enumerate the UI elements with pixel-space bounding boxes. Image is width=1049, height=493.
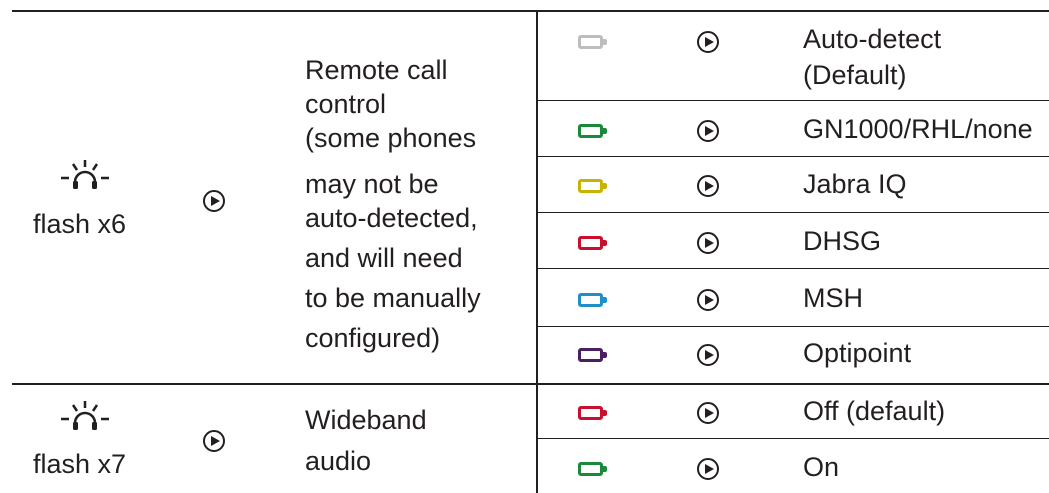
- battery-led-icon: [578, 35, 608, 49]
- play-circle-icon: [697, 458, 719, 480]
- column-divider: [536, 10, 538, 493]
- feature-line: (some phones: [305, 123, 477, 153]
- feature-line: to be manually: [305, 283, 481, 313]
- play-circle-icon: [203, 190, 225, 212]
- battery-led-icon: [578, 293, 608, 307]
- battery-led-icon: [578, 406, 608, 420]
- feature-line: Remote call: [305, 55, 448, 85]
- battery-led-icon: [578, 348, 608, 362]
- feature-line: control: [305, 89, 387, 119]
- headset-led-flash-icon: [61, 160, 109, 189]
- play-circle-icon: [697, 31, 719, 53]
- play-circle-icon: [697, 232, 719, 254]
- row-separator: [537, 156, 1049, 157]
- trigger-label: flash x7: [33, 449, 127, 479]
- play-circle-icon: [697, 175, 719, 197]
- row-separator: [537, 212, 1049, 213]
- option-label: Auto-detect: [803, 24, 942, 54]
- option-label: Off (default): [803, 396, 946, 426]
- feature-line: auto-detected,: [305, 203, 478, 233]
- row-separator: [537, 268, 1049, 269]
- battery-led-icon: [578, 236, 608, 250]
- row-separator: [537, 100, 1049, 101]
- option-label: Optipoint: [803, 338, 912, 368]
- row-separator: [537, 326, 1049, 327]
- battery-led-icon: [578, 462, 608, 476]
- option-label: GN1000/RHL/none: [803, 114, 1033, 144]
- option-label: (Default): [803, 60, 907, 90]
- feature-line: configured): [305, 323, 441, 353]
- play-circle-icon: [697, 344, 719, 366]
- option-label: MSH: [803, 283, 863, 313]
- option-label: On: [803, 452, 840, 482]
- feature-line: may not be: [305, 169, 439, 199]
- battery-led-icon: [578, 179, 608, 193]
- option-label: DHSG: [803, 226, 882, 256]
- play-circle-icon: [697, 289, 719, 311]
- play-circle-icon: [203, 430, 225, 452]
- option-label: Jabra IQ: [803, 169, 907, 199]
- section-divider: [12, 383, 1049, 385]
- top-border: [12, 10, 1049, 12]
- feature-line: Wideband: [305, 405, 427, 435]
- feature-line: and will need: [305, 243, 463, 273]
- headset-led-flash-icon: [61, 401, 109, 430]
- feature-line: audio: [305, 446, 372, 476]
- row-separator: [537, 438, 1049, 439]
- trigger-label: flash x6: [33, 209, 127, 239]
- play-circle-icon: [697, 120, 719, 142]
- play-circle-icon: [697, 402, 719, 424]
- battery-led-icon: [578, 124, 608, 138]
